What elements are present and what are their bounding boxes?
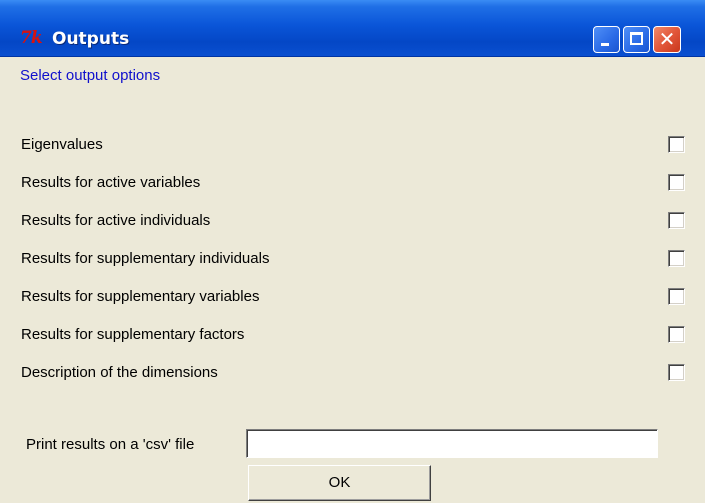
active-variables-checkbox[interactable]	[668, 174, 685, 191]
option-label: Results for active variables	[21, 174, 201, 191]
option-label: Results for active individuals	[21, 212, 211, 229]
close-icon: ✕	[658, 27, 676, 51]
option-row-active-individuals: Results for active individuals	[0, 206, 705, 236]
csv-file-label: Print results on a 'csv' file	[26, 436, 195, 453]
csv-file-input[interactable]	[246, 429, 658, 458]
close-button[interactable]: ✕	[653, 26, 681, 53]
option-row-dimensions: Description of the dimensions	[0, 358, 705, 388]
option-row-supplementary-variables: Results for supplementary variables	[0, 282, 705, 312]
eigenvalues-checkbox[interactable]	[668, 136, 685, 153]
supplementary-individuals-checkbox[interactable]	[668, 250, 685, 267]
option-row-supplementary-individuals: Results for supplementary individuals	[0, 244, 705, 274]
tk-logo-icon: 7k	[20, 28, 43, 48]
minimize-icon	[601, 43, 609, 46]
section-header: Select output options	[20, 67, 161, 84]
supplementary-factors-checkbox[interactable]	[668, 326, 685, 343]
option-label: Eigenvalues	[21, 136, 103, 153]
supplementary-variables-checkbox[interactable]	[668, 288, 685, 305]
title-bar[interactable]: 7k Outputs ✕	[0, 0, 705, 57]
maximize-icon	[630, 32, 643, 45]
window-title: Outputs	[52, 29, 130, 49]
option-label: Results for supplementary factors	[21, 326, 245, 343]
option-row-supplementary-factors: Results for supplementary factors	[0, 320, 705, 350]
dimensions-description-checkbox[interactable]	[668, 364, 685, 381]
option-label: Description of the dimensions	[21, 364, 218, 381]
ok-button[interactable]: OK	[248, 465, 431, 501]
option-row-eigenvalues: Eigenvalues	[0, 130, 705, 160]
minimize-button[interactable]	[593, 26, 620, 53]
maximize-button[interactable]	[623, 26, 650, 53]
option-label: Results for supplementary individuals	[21, 250, 270, 267]
outputs-window: 7k Outputs ✕ Select output options Eigen…	[0, 0, 705, 503]
option-label: Results for supplementary variables	[21, 288, 260, 305]
active-individuals-checkbox[interactable]	[668, 212, 685, 229]
option-row-active-variables: Results for active variables	[0, 168, 705, 198]
